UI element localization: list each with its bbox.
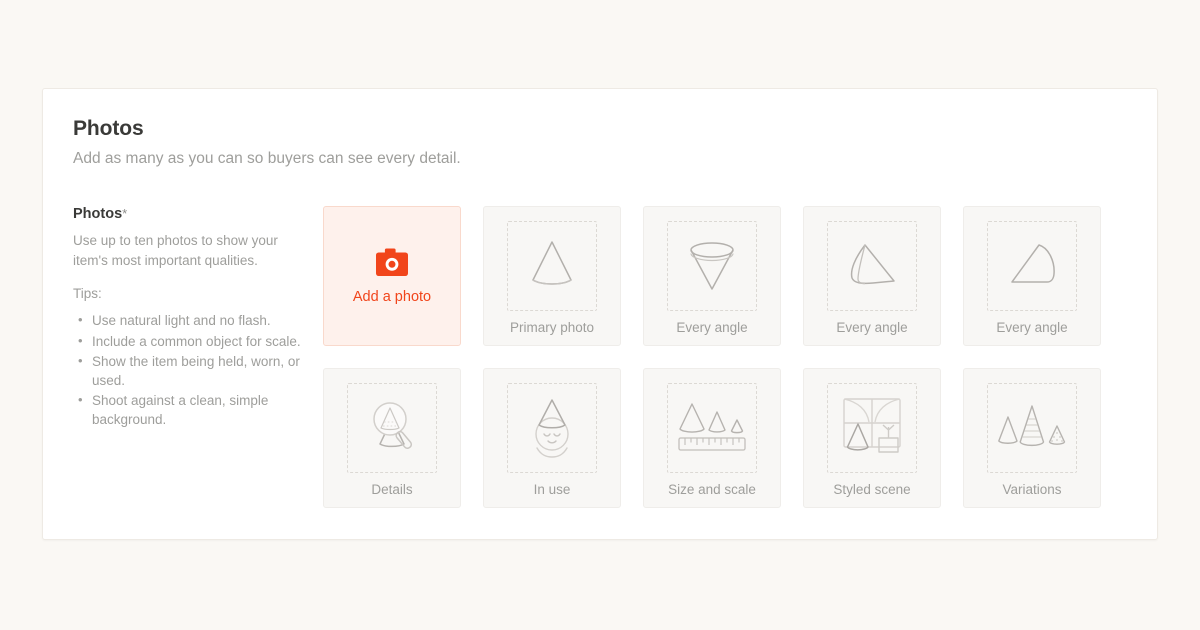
photo-slot-label: Styled scene — [833, 482, 911, 498]
dropzone[interactable] — [507, 383, 597, 474]
list-item: Use natural light and no flash. — [78, 311, 301, 330]
photo-slot-size-and-scale[interactable]: Size and scale — [643, 368, 781, 509]
window-cone-plant-icon — [836, 396, 908, 460]
dropzone[interactable] — [987, 383, 1077, 474]
dropzone[interactable] — [987, 221, 1077, 312]
dropzone[interactable] — [507, 221, 597, 312]
face-wearing-cone-icon — [519, 396, 585, 460]
photo-slot-styled-scene[interactable]: Styled scene — [803, 368, 941, 509]
photo-slot-label: Every angle — [836, 320, 908, 336]
dropzone[interactable] — [347, 383, 437, 474]
photo-tiles-column: Add a photo Primary photo Every angle Ev… — [323, 206, 1127, 509]
section-subtitle: Add as many as you can so buyers can see… — [73, 150, 461, 168]
photo-slot-every-angle-1[interactable]: Every angle — [643, 206, 781, 347]
photo-slot-every-angle-3[interactable]: Every angle — [963, 206, 1101, 347]
add-photo-content: Add a photo — [353, 247, 431, 305]
add-a-photo-button[interactable]: Add a photo — [323, 206, 461, 347]
field-label: Photos* — [73, 206, 301, 223]
list-item: Show the item being held, worn, or used. — [78, 352, 301, 390]
photo-slot-variations[interactable]: Variations — [963, 368, 1101, 509]
photos-body: Photos* Use up to ten photos to show you… — [73, 206, 1127, 509]
field-label-text: Photos — [73, 206, 123, 223]
required-marker: * — [122, 206, 128, 222]
photo-slot-label: Size and scale — [668, 482, 756, 498]
photo-slot-label: In use — [533, 482, 571, 498]
tips-label: Tips: — [73, 285, 102, 301]
card-content: Photos Add as many as you can so buyers … — [43, 89, 1157, 509]
photo-slot-label: Every angle — [676, 320, 748, 336]
photo-slot-every-angle-2[interactable]: Every angle — [803, 206, 941, 347]
dropzone[interactable] — [667, 221, 757, 312]
field-help-text: Use up to ten photos to show your item's… — [73, 233, 278, 268]
photo-slot-label: Details — [371, 482, 413, 498]
add-a-photo-label: Add a photo — [352, 289, 432, 306]
page-title: Photos — [73, 117, 144, 140]
dropzone[interactable] — [667, 383, 757, 474]
list-item: Include a common object for scale. — [78, 332, 301, 351]
photos-card: Photos Add as many as you can so buyers … — [42, 88, 1158, 540]
photo-slot-label: Every angle — [996, 320, 1068, 336]
three-textured-cones-icon — [995, 399, 1069, 457]
camera-icon — [375, 247, 409, 277]
dropzone[interactable] — [827, 383, 917, 474]
photo-slot-label: Variations — [1002, 482, 1062, 498]
tips-list: Use natural light and no flash. Include … — [73, 311, 301, 429]
list-item: Shoot against a clean, simple background… — [78, 391, 301, 429]
dropzone[interactable] — [827, 221, 917, 312]
photo-tile-grid: Add a photo Primary photo Every angle Ev… — [323, 206, 1127, 509]
photos-guidance-column: Photos* Use up to ten photos to show you… — [73, 206, 323, 508]
cones-with-ruler-icon — [675, 399, 749, 457]
photo-slot-details[interactable]: Details — [323, 368, 461, 509]
photo-slot-label: Primary photo — [509, 320, 595, 336]
cone-tilted-icon — [839, 236, 905, 296]
cone-on-side-icon — [999, 236, 1065, 296]
cone-inverted-icon — [679, 236, 745, 296]
photo-slot-in-use[interactable]: In use — [483, 368, 621, 509]
photo-slot-primary-photo[interactable]: Primary photo — [483, 206, 621, 347]
cone-upright-icon — [519, 236, 585, 296]
magnifier-cone-icon — [359, 397, 425, 459]
